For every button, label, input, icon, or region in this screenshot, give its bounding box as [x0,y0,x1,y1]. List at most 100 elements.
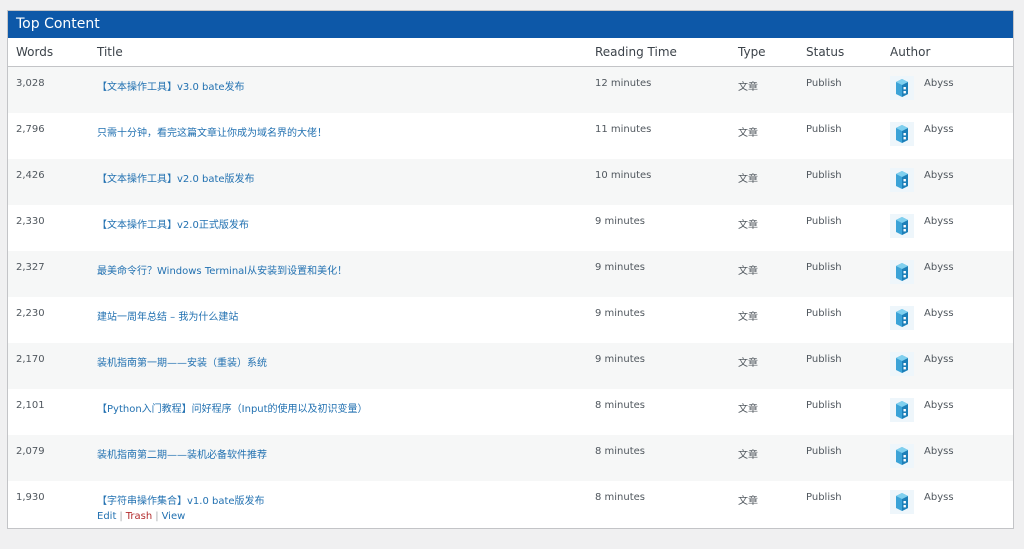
word-count: 3,028 [8,66,89,113]
author-cell: Abyss [882,251,1013,297]
reading-time: 10 minutes [587,159,730,205]
row-actions: Edit | Trash | View [97,511,587,522]
reading-time: 12 minutes [587,66,730,113]
word-count: 2,330 [8,205,89,251]
table-row: 2,170 装机指南第一期——安装（重装）系统 9 minutes 文章 Pub… [8,343,1013,389]
avatar-icon [890,214,914,238]
column-header-title: Title [89,38,587,67]
post-title-link[interactable]: 建站一周年总结 – 我为什么建站 [97,312,238,323]
reading-time: 8 minutes [587,389,730,435]
author-name: Abyss [924,354,954,365]
post-status: Publish [798,481,882,527]
post-type: 文章 [730,251,798,297]
table-row: 2,796 只需十分钟，看完这篇文章让你成为域名界的大佬！ 11 minutes… [8,113,1013,159]
avatar-icon [890,122,914,146]
author-cell: Abyss [882,297,1013,343]
column-header-words: Words [8,38,89,67]
post-title-link[interactable]: 【Python入门教程】问好程序（Input的使用以及初识变量） [97,404,368,415]
panel-title: Top Content [8,11,1013,38]
author-name: Abyss [924,170,954,181]
author-name: Abyss [924,492,954,503]
edit-link[interactable]: Edit [97,511,116,522]
reading-time: 9 minutes [587,205,730,251]
column-header-status: Status [798,38,882,67]
title-cell: 装机指南第一期——安装（重装）系统 [89,343,587,389]
post-title-link[interactable]: 【字符串操作集合】v1.0 bate版发布 [97,496,265,507]
post-title-link[interactable]: 【文本操作工具】v2.0 bate版发布 [97,174,255,185]
reading-time: 9 minutes [587,297,730,343]
title-cell: 只需十分钟，看完这篇文章让你成为域名界的大佬！ [89,113,587,159]
post-type: 文章 [730,481,798,527]
avatar-icon [890,76,914,100]
post-status: Publish [798,343,882,389]
post-status: Publish [798,159,882,205]
title-cell: 【文本操作工具】v2.0正式版发布 [89,205,587,251]
table-row: 1,930 【字符串操作集合】v1.0 bate版发布 Edit | Trash | V… [8,481,1013,527]
reading-time: 8 minutes [587,481,730,527]
post-status: Publish [798,66,882,113]
word-count: 2,426 [8,159,89,205]
author-cell: Abyss [882,66,1013,113]
post-title-link[interactable]: 【文本操作工具】v2.0正式版发布 [97,220,249,231]
title-cell: 【文本操作工具】v2.0 bate版发布 [89,159,587,205]
table-row: 2,426 【文本操作工具】v2.0 bate版发布 10 minutes 文章… [8,159,1013,205]
column-header-author: Author [882,38,1013,67]
action-separator: | [119,511,123,522]
top-content-table: Words Title Reading Time Type Status Aut… [8,38,1013,527]
post-type: 文章 [730,113,798,159]
word-count: 2,079 [8,435,89,481]
post-type: 文章 [730,159,798,205]
avatar-icon [890,444,914,468]
avatar-icon [890,260,914,284]
title-cell: 装机指南第二期——装机必备软件推荐 [89,435,587,481]
author-cell: Abyss [882,159,1013,205]
word-count: 2,101 [8,389,89,435]
author-name: Abyss [924,308,954,319]
table-header-row: Words Title Reading Time Type Status Aut… [8,38,1013,67]
reading-time: 9 minutes [587,251,730,297]
table-row: 2,327 最美命令行？Windows Terminal从安装到设置和美化！ 9… [8,251,1013,297]
top-content-panel: Top Content Words Title Reading Time Typ… [7,10,1014,529]
reading-time: 8 minutes [587,435,730,481]
author-name: Abyss [924,216,954,227]
view-link[interactable]: View [162,511,186,522]
post-title-link[interactable]: 只需十分钟，看完这篇文章让你成为域名界的大佬！ [97,128,327,139]
title-cell: 【文本操作工具】v3.0 bate发布 [89,66,587,113]
trash-link[interactable]: Trash [126,511,152,522]
post-title-link[interactable]: 【文本操作工具】v3.0 bate发布 [97,82,245,93]
post-title-link[interactable]: 最美命令行？Windows Terminal从安装到设置和美化！ [97,266,347,277]
post-type: 文章 [730,205,798,251]
word-count: 2,327 [8,251,89,297]
author-cell: Abyss [882,205,1013,251]
table-row: 2,101 【Python入门教程】问好程序（Input的使用以及初识变量） 8… [8,389,1013,435]
author-name: Abyss [924,400,954,411]
post-type: 文章 [730,389,798,435]
word-count: 2,796 [8,113,89,159]
post-title-link[interactable]: 装机指南第二期——装机必备软件推荐 [97,450,267,461]
post-status: Publish [798,205,882,251]
column-header-reading-time: Reading Time [587,38,730,67]
table-row: 2,330 【文本操作工具】v2.0正式版发布 9 minutes 文章 Pub… [8,205,1013,251]
avatar-icon [890,490,914,514]
post-status: Publish [798,389,882,435]
table-row: 2,079 装机指南第二期——装机必备软件推荐 8 minutes 文章 Pub… [8,435,1013,481]
word-count: 2,170 [8,343,89,389]
word-count: 1,930 [8,481,89,527]
avatar-icon [890,306,914,330]
author-name: Abyss [924,124,954,135]
title-cell: 最美命令行？Windows Terminal从安装到设置和美化！ [89,251,587,297]
post-title-link[interactable]: 装机指南第一期——安装（重装）系统 [97,358,267,369]
author-cell: Abyss [882,343,1013,389]
author-cell: Abyss [882,389,1013,435]
author-name: Abyss [924,78,954,89]
word-count: 2,230 [8,297,89,343]
post-type: 文章 [730,297,798,343]
post-type: 文章 [730,66,798,113]
action-separator: | [155,511,159,522]
author-cell: Abyss [882,481,1013,527]
reading-time: 9 minutes [587,343,730,389]
author-cell: Abyss [882,435,1013,481]
avatar-icon [890,352,914,376]
post-type: 文章 [730,343,798,389]
reading-time: 11 minutes [587,113,730,159]
